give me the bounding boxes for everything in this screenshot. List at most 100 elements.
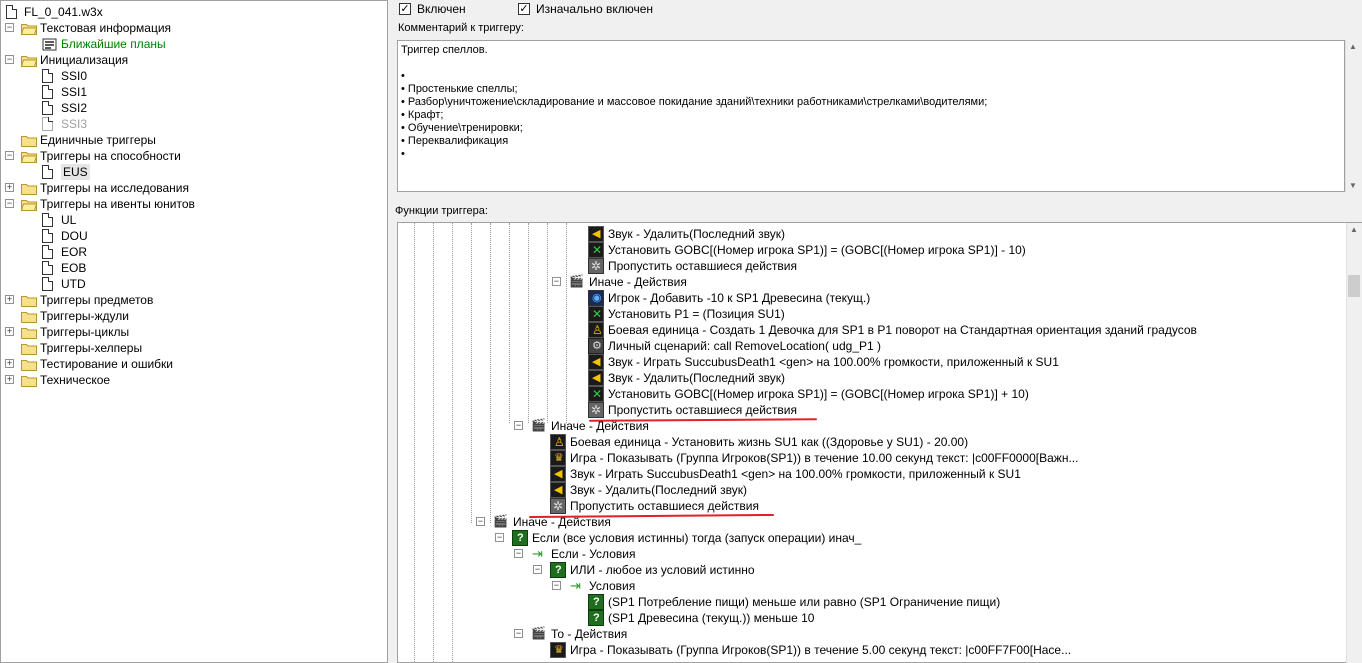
function-row[interactable]: Звук - Удалить(Последний звук) <box>398 370 1346 386</box>
function-row[interactable]: − То - Действия <box>398 625 1346 642</box>
function-row[interactable]: − Условия <box>398 578 1346 594</box>
function-row[interactable]: − Если (все условия истинны) тогда (запус… <box>398 530 1346 546</box>
function-row[interactable]: Звук - Удалить(Последний звук) <box>398 482 1346 498</box>
initially-enabled-label: Изначально включен <box>536 2 654 16</box>
tree-item[interactable]: SSI1 <box>1 84 385 100</box>
tree-item[interactable]: + Триггеры-циклы <box>1 324 385 340</box>
expand-icon[interactable]: + <box>5 375 14 384</box>
function-row[interactable]: (SP1 Древесина (текущ.)) меньше 10 <box>398 610 1346 626</box>
tree-item[interactable]: − Инициализация <box>1 52 385 68</box>
function-label: Личный сценарий: call RemoveLocation( ud… <box>608 339 882 353</box>
tree-item[interactable]: Триггеры-ждули <box>1 308 385 324</box>
condition-question-icon <box>588 594 604 610</box>
function-row[interactable]: −Иначе - Действия <box>398 273 1346 290</box>
function-row[interactable]: Установить GOBC[(Номер игрока SP1)] = (G… <box>398 386 1346 402</box>
function-label: Боевая единица - Установить жизнь SU1 ка… <box>570 435 969 449</box>
collapse-icon[interactable]: − <box>514 549 523 558</box>
tree-item[interactable]: EOR <box>1 244 385 260</box>
function-row[interactable]: Личный сценарий: call RemoveLocation( ud… <box>398 338 1346 354</box>
tree-item[interactable]: EOB <box>1 260 385 276</box>
function-row[interactable]: Пропустить оставшиеся действия <box>398 258 1346 274</box>
tree-item[interactable]: EUS <box>1 164 385 180</box>
tree-item[interactable]: Единичные триггеры <box>1 132 385 148</box>
set-variable-icon <box>588 306 604 322</box>
tree-item-label: Единичные триггеры <box>40 133 156 147</box>
expand-icon[interactable]: + <box>5 295 14 304</box>
collapse-icon[interactable]: − <box>495 533 504 542</box>
collapse-icon[interactable]: − <box>514 421 523 430</box>
function-row[interactable]: Игра - Показывать (Группа Игроков(SP1)) … <box>398 450 1346 466</box>
function-label: Звук - Удалить(Последний звук) <box>608 227 786 241</box>
function-row[interactable]: Установить GOBC[(Номер игрока SP1)] = (G… <box>398 242 1346 258</box>
folder-icon <box>21 374 37 387</box>
function-row[interactable]: Игра - Показывать (Группа Игроков(SP1)) … <box>398 642 1346 658</box>
scroll-up-icon[interactable]: ▲ <box>1349 42 1357 51</box>
function-row[interactable]: Установить P1 = (Позиция SU1) <box>398 306 1346 322</box>
collapse-icon[interactable]: − <box>5 199 14 208</box>
sound-icon <box>588 226 604 242</box>
function-label: (SP1 Древесина (текущ.)) меньше 10 <box>608 611 815 625</box>
comment-line: • Переквалификация <box>401 135 509 147</box>
function-row[interactable]: Пропустить оставшиеся действия <box>398 402 1346 418</box>
scroll-down-icon[interactable]: ▼ <box>1349 181 1357 190</box>
tree-item[interactable]: UL <box>1 212 385 228</box>
collapse-icon[interactable]: − <box>552 581 561 590</box>
expand-icon[interactable]: + <box>5 327 14 336</box>
tree-item[interactable]: + Триггеры предметов <box>1 292 385 308</box>
tree-item[interactable]: − Триггеры на способности <box>1 148 385 164</box>
initially-enabled-checkbox[interactable]: ✓ <box>518 3 530 15</box>
tree-item[interactable]: UTD <box>1 276 385 292</box>
collapse-icon[interactable]: − <box>514 629 523 638</box>
tree-item[interactable]: + Техническое <box>1 372 385 388</box>
tree-item[interactable]: − Текстовая информация <box>1 20 385 36</box>
expand-icon[interactable]: + <box>5 183 14 192</box>
collapse-icon[interactable]: − <box>533 565 542 574</box>
tree-item-label: Тестирование и ошибки <box>40 357 173 371</box>
collapse-icon[interactable]: − <box>5 151 14 160</box>
tree-item-label: SSI1 <box>61 85 88 99</box>
function-row[interactable]: Звук - Играть SuccubusDeath1 <gen> на 10… <box>398 354 1346 370</box>
function-row[interactable]: Звук - Играть SuccubusDeath1 <gen> на 10… <box>398 466 1346 482</box>
expand-icon[interactable]: + <box>5 359 14 368</box>
comment-scrollbar[interactable]: ▲ ▼ <box>1345 40 1362 192</box>
collapse-icon[interactable]: − <box>5 55 14 64</box>
tree-item[interactable]: Ближайшие планы <box>1 36 385 52</box>
tree-item[interactable]: SSI2 <box>1 100 385 116</box>
sound-icon <box>550 482 566 498</box>
tree-item[interactable]: − Триггеры на ивенты юнитов <box>1 196 385 212</box>
collapse-icon[interactable]: − <box>552 277 561 286</box>
scroll-up-icon[interactable]: ▲ <box>1350 225 1358 234</box>
map-file-icon <box>6 5 17 19</box>
scroll-thumb[interactable] <box>1348 275 1360 297</box>
comment-line <box>401 57 1341 70</box>
tree-item[interactable]: + Триггеры на исследования <box>1 180 385 196</box>
folder-icon <box>21 182 37 195</box>
tree-item[interactable]: SSI3 <box>1 116 385 132</box>
folder-open-icon <box>20 198 38 211</box>
tree-item[interactable]: SSI0 <box>1 68 385 84</box>
function-row[interactable]: − Если - Условия <box>398 546 1346 562</box>
function-row[interactable]: −Иначе - Действия <box>398 417 1346 434</box>
tree-item[interactable]: + Тестирование и ошибки <box>1 356 385 372</box>
function-label: (SP1 Потребление пищи) меньше или равно … <box>608 595 1001 609</box>
function-row[interactable]: (SP1 Потребление пищи) меньше или равно … <box>398 594 1346 610</box>
function-row[interactable]: Боевая единица - Создать 1 Девочка для S… <box>398 322 1346 338</box>
function-row[interactable]: Пропустить оставшиеся действия <box>398 498 1346 514</box>
tree-item[interactable]: DOU <box>1 228 385 244</box>
function-row[interactable]: − ИЛИ - любое из условий истинно <box>398 562 1346 578</box>
function-row[interactable]: Игрок - Добавить -10 к SP1 Древесина (те… <box>398 290 1346 306</box>
functions-tree[interactable]: Звук - Удалить(Последний звук) Установить… <box>397 222 1362 663</box>
enabled-checkbox[interactable]: ✓ <box>399 3 411 15</box>
tree-item[interactable]: Триггеры-хелперы <box>1 340 385 356</box>
function-label: Звук - Удалить(Последний звук) <box>570 483 748 497</box>
function-row[interactable]: Боевая единица - Установить жизнь SU1 ка… <box>398 434 1346 450</box>
trigger-tree-panel[interactable]: FL_0_041.w3x − Текстовая информация Ближай… <box>0 0 388 663</box>
collapse-icon[interactable]: − <box>5 23 14 32</box>
tree-item-label: SSI3 <box>61 117 88 131</box>
tree-item-label: Триггеры предметов <box>40 293 154 307</box>
trigger-document-icon <box>42 117 53 131</box>
functions-scrollbar[interactable]: ▲ <box>1346 223 1362 663</box>
collapse-icon[interactable]: − <box>476 517 485 526</box>
function-row[interactable]: Звук - Удалить(Последний звук) <box>398 226 1346 242</box>
comment-textarea[interactable]: Триггер спеллов. • • Простенькие спеллы; • … <box>397 40 1345 192</box>
